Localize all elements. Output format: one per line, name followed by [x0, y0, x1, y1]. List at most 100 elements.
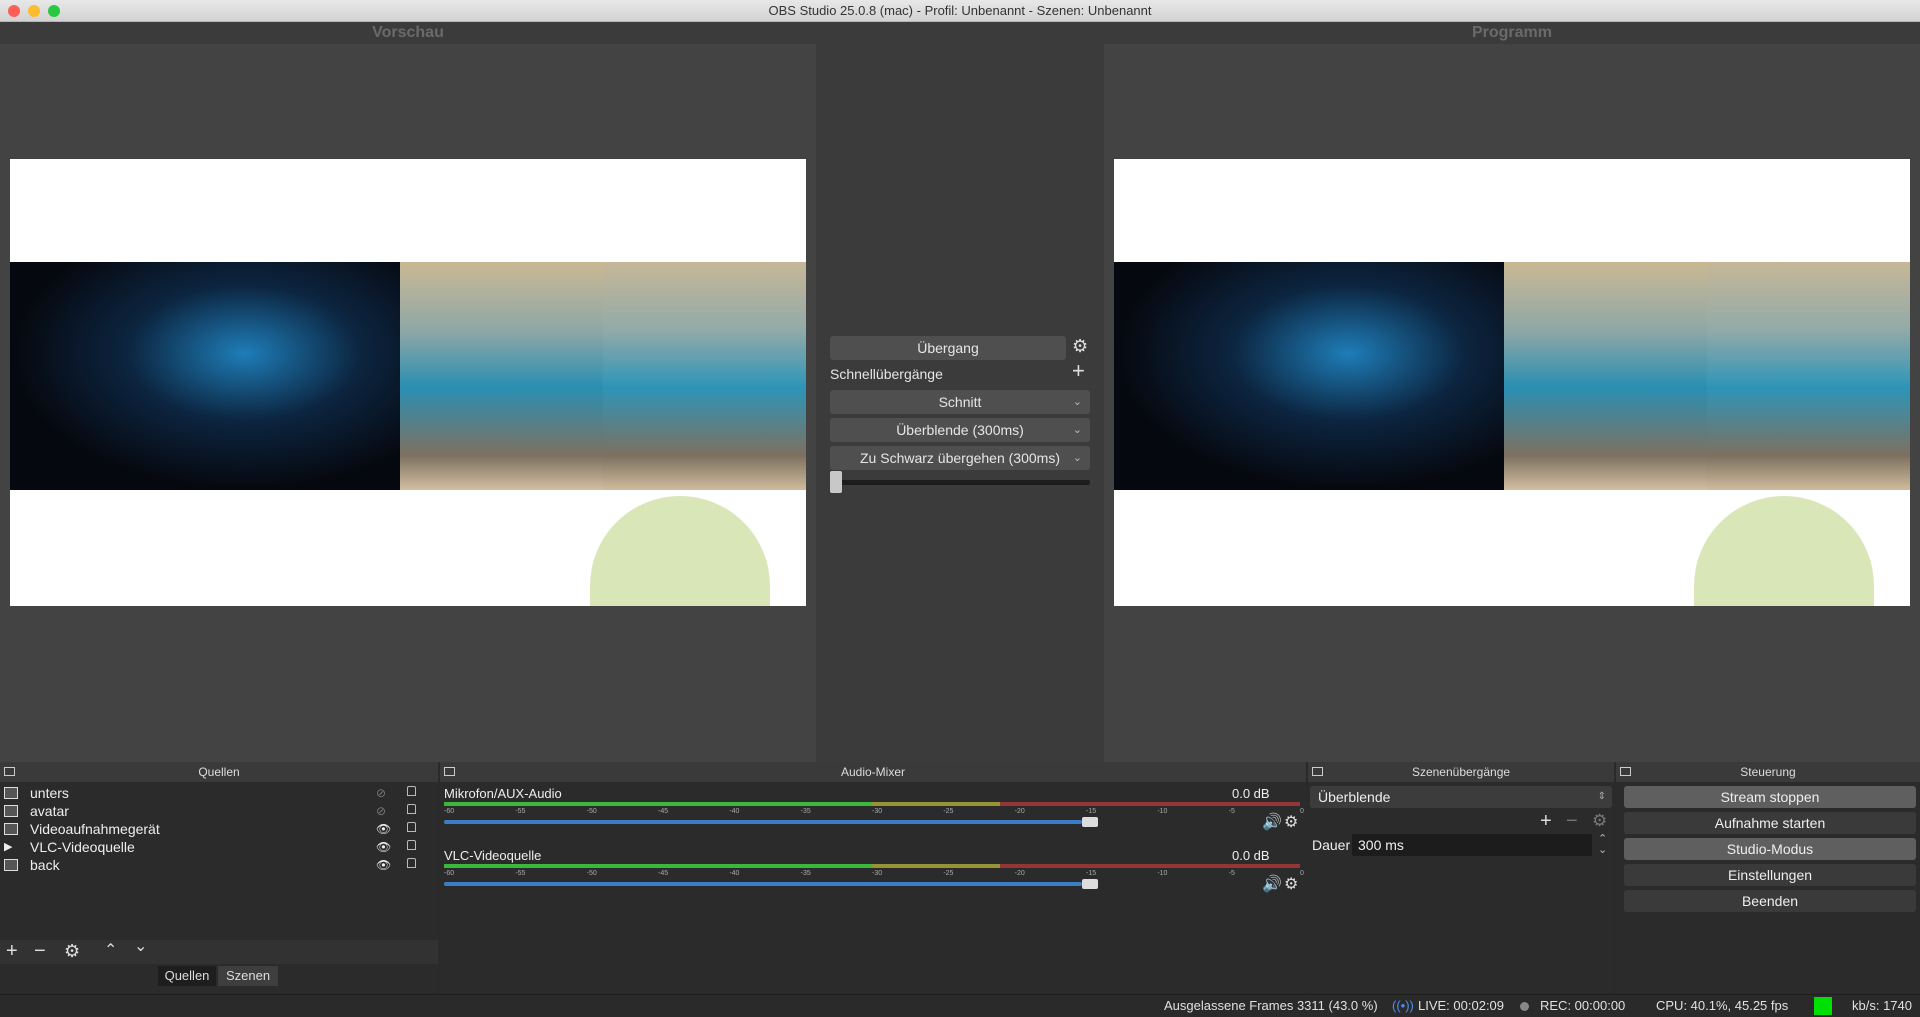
quick-transition-cut[interactable]: Schnitt ⌄ — [830, 390, 1090, 414]
undock-icon[interactable] — [4, 767, 15, 776]
level-meter-segment — [1000, 864, 1300, 868]
rec-time: REC: 00:00:00 — [1540, 998, 1626, 1013]
printer-camera-2 — [603, 262, 806, 490]
preview-display[interactable] — [0, 44, 816, 762]
transition-button[interactable]: Übergang — [830, 336, 1066, 360]
channel-db: 0.0 dB — [1232, 848, 1270, 863]
volume-slider[interactable] — [444, 820, 1082, 824]
duration-input[interactable]: 300 ms — [1352, 834, 1592, 856]
gear-icon[interactable]: ⚙ — [64, 940, 80, 962]
transition-select[interactable]: Überblende ⇕ — [1310, 786, 1612, 808]
level-meter-segment — [444, 802, 872, 806]
tab-sources[interactable]: Quellen — [158, 966, 216, 986]
tab-scenes[interactable]: Szenen — [218, 966, 278, 986]
audio-mixer-dock: Audio-Mixer Mikrofon/AUX-Audio 0.0 dB -60 -… — [440, 762, 1306, 994]
close-window-button[interactable] — [8, 5, 20, 17]
transition-column: Übergang ⚙ Schnellübergänge + Schnitt ⌄ … — [816, 44, 1104, 762]
scale-tick: -35 — [800, 870, 811, 877]
source-item[interactable]: unters ⊘ — [4, 784, 424, 802]
live-icon: ((•)) — [1392, 998, 1414, 1013]
scale-tick: -25 — [943, 808, 954, 815]
title-bar: OBS Studio 25.0.8 (mac) - Profil: Unbena… — [0, 0, 1920, 22]
level-meter-segment — [1000, 802, 1300, 806]
add-transition-icon[interactable]: + — [1540, 810, 1552, 832]
zoom-window-button[interactable] — [48, 5, 60, 17]
scale-tick: -45 — [658, 808, 669, 815]
scale-tick: -60 — [444, 808, 455, 815]
undock-icon[interactable] — [444, 767, 455, 776]
eye-hidden-icon[interactable]: ⊘ — [376, 784, 386, 802]
printer-camera-1 — [1504, 262, 1707, 490]
lock-icon[interactable] — [407, 804, 416, 814]
scene-transitions-title: Szenenübergänge — [1411, 765, 1511, 779]
scale-tick: -5 — [1228, 808, 1235, 815]
printer-camera-1 — [400, 262, 603, 490]
channel-name: Mikrofon/AUX-Audio — [444, 786, 562, 801]
eye-icon[interactable]: 👁 — [376, 820, 391, 838]
scale-tick: -45 — [658, 870, 669, 877]
move-down-icon[interactable]: ⌄ — [134, 936, 147, 958]
speaker-icon[interactable]: 🔊 — [1262, 874, 1282, 894]
program-title: Programm — [1471, 24, 1553, 41]
scale-tick: -20 — [1014, 808, 1025, 815]
lock-icon[interactable] — [407, 858, 416, 868]
move-up-icon[interactable]: ⌃ — [104, 940, 117, 962]
image-icon — [4, 787, 18, 799]
scene-transitions-header: Szenenübergänge — [1308, 762, 1614, 782]
source-item[interactable]: avatar ⊘ — [4, 802, 424, 820]
quick-transition-fade[interactable]: Überblende (300ms) ⌄ — [830, 418, 1090, 442]
settings-button[interactable]: Einstellungen — [1624, 864, 1916, 886]
volume-slider[interactable] — [444, 882, 1082, 886]
quick-transition-label: Schnitt — [938, 394, 982, 410]
lock-icon[interactable] — [407, 822, 416, 832]
window-title: OBS Studio 25.0.8 (mac) - Profil: Unbena… — [768, 3, 1152, 18]
source-item[interactable]: ▶ VLC-Videoquelle 👁 — [4, 838, 424, 856]
lock-icon[interactable] — [407, 786, 416, 796]
duration-stepper-icon[interactable]: ⌃ ⌄ — [1598, 834, 1607, 856]
quick-transition-fade-to-black[interactable]: Zu Schwarz übergehen (300ms) ⌄ — [830, 446, 1090, 470]
volume-handle[interactable] — [1081, 879, 1098, 889]
gear-icon[interactable]: ⚙ — [1284, 874, 1298, 894]
source-name: unters — [30, 785, 69, 801]
add-source-icon[interactable]: + — [6, 940, 18, 962]
remove-transition-icon[interactable]: − — [1566, 810, 1578, 832]
lock-icon[interactable] — [407, 840, 416, 850]
eye-hidden-icon[interactable]: ⊘ — [376, 802, 386, 820]
add-quick-transition-icon[interactable]: + — [1072, 360, 1085, 382]
start-recording-button[interactable]: Aufnahme starten — [1624, 812, 1916, 834]
eye-icon[interactable]: 👁 — [376, 838, 391, 856]
image-icon — [4, 859, 18, 871]
gear-icon[interactable]: ⚙ — [1072, 336, 1088, 357]
scale-tick: -35 — [800, 808, 811, 815]
source-item[interactable]: Videoaufnahmegerät 👁 — [4, 820, 424, 838]
duration-label: Dauer — [1312, 837, 1351, 853]
gear-icon[interactable]: ⚙ — [1592, 810, 1607, 832]
remove-source-icon[interactable]: − — [34, 940, 46, 962]
preview-canvas[interactable] — [10, 159, 806, 606]
source-name: VLC-Videoquelle — [30, 839, 135, 855]
bitrate: kb/s: 1740 — [1852, 998, 1912, 1013]
duration-value: 300 ms — [1358, 837, 1404, 853]
eye-icon[interactable]: 👁 — [376, 856, 391, 874]
tbar-slider[interactable] — [830, 471, 1090, 493]
stop-stream-button[interactable]: Stream stoppen — [1624, 786, 1916, 808]
speaker-icon[interactable]: 🔊 — [1262, 812, 1282, 832]
volume-handle[interactable] — [1081, 817, 1098, 827]
mixer-header: Audio-Mixer — [440, 762, 1306, 782]
minimize-window-button[interactable] — [28, 5, 40, 17]
scale-tick: -15 — [1086, 870, 1097, 877]
scale-tick: -50 — [586, 870, 597, 877]
scale-tick: -20 — [1014, 870, 1025, 877]
studio-mode-button[interactable]: Studio-Modus — [1624, 838, 1916, 860]
source-item[interactable]: back 👁 — [4, 856, 424, 874]
exit-button[interactable]: Beenden — [1624, 890, 1916, 912]
scale-tick: -10 — [1157, 870, 1168, 877]
scale-tick: -30 — [872, 870, 883, 877]
undock-icon[interactable] — [1312, 767, 1323, 776]
level-meter-segment — [872, 864, 1001, 868]
undock-icon[interactable] — [1620, 767, 1631, 776]
gear-icon[interactable]: ⚙ — [1284, 812, 1298, 832]
chevron-down-icon: ⌄ — [1072, 396, 1082, 408]
tbar-handle[interactable] — [830, 471, 842, 493]
scale-tick: 0 — [1300, 808, 1304, 815]
